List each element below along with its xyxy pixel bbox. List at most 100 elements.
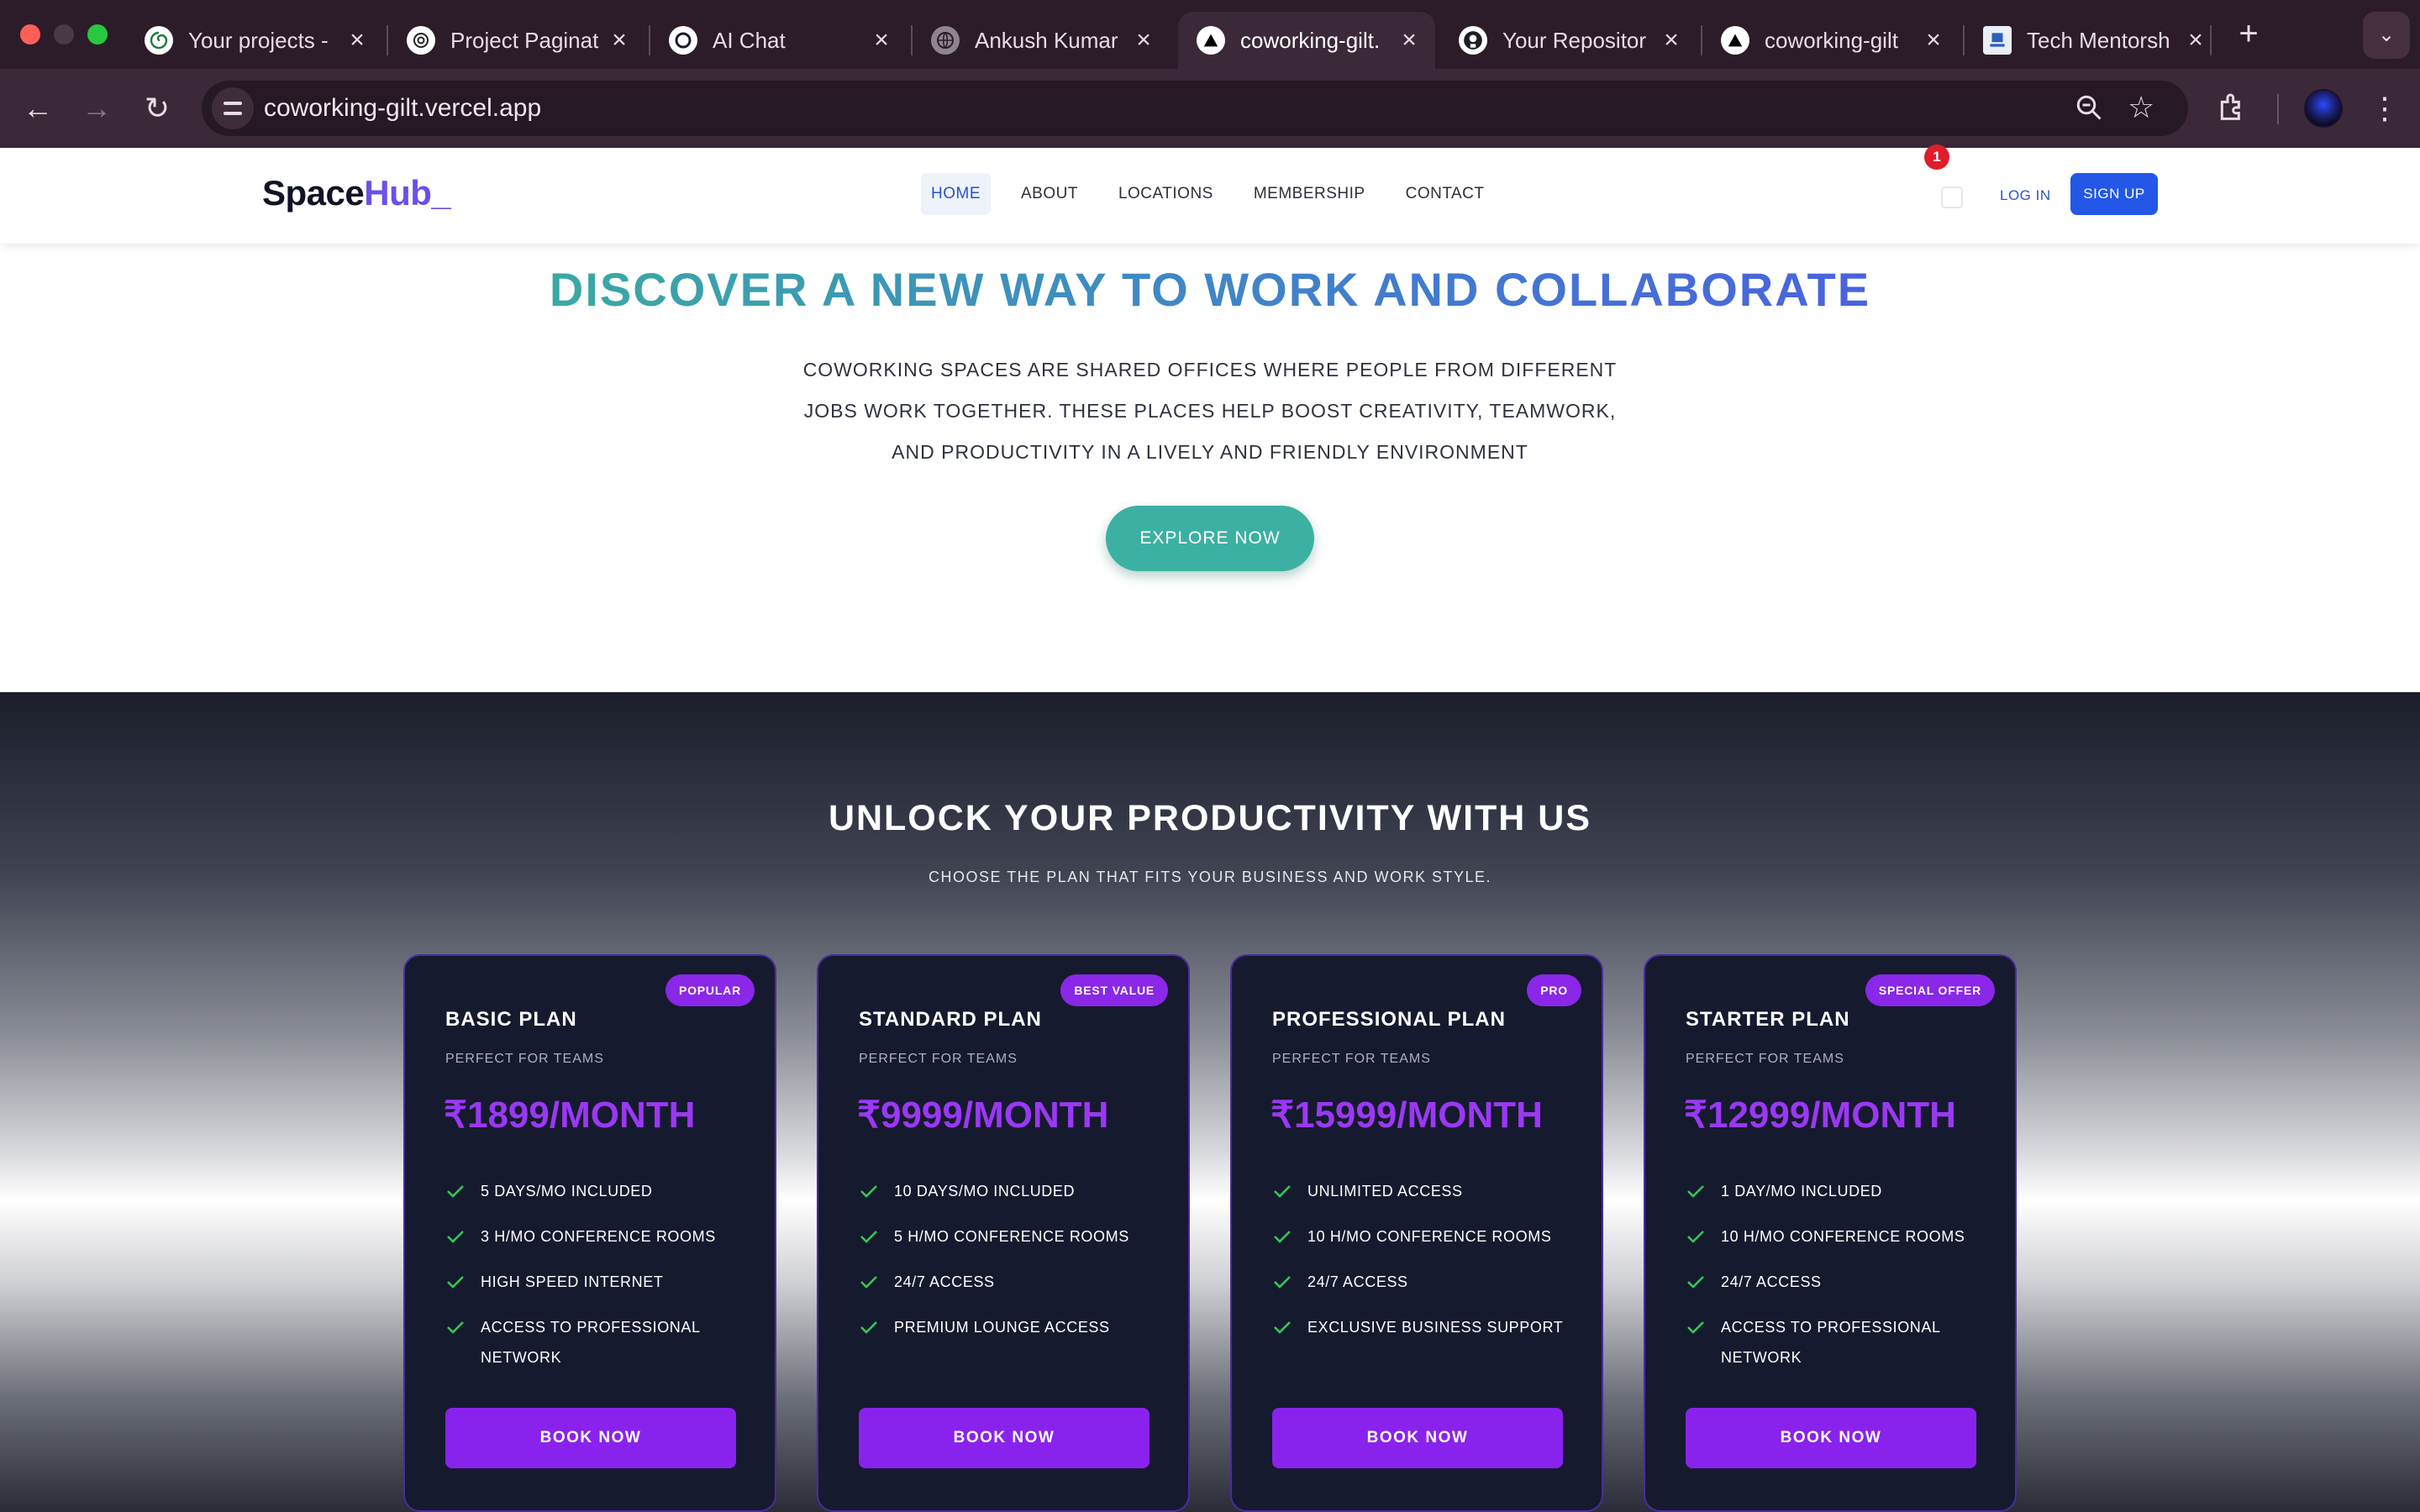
forward-button[interactable]: → — [76, 87, 118, 129]
close-tab-icon[interactable]: × — [1921, 26, 1946, 55]
plan-card-basic: POPULAR BASIC PLAN PERFECT FOR TEAMS ₹18… — [403, 954, 776, 1512]
vercel-icon — [1721, 26, 1749, 55]
pricing-subtitle: CHOOSE THE PLAN THAT FITS YOUR BUSINESS … — [929, 869, 1491, 885]
site-header: SpaceHub_ HOME ABOUT LOCATIONS MEMBERSHI… — [0, 148, 2420, 244]
login-link[interactable]: LOG IN — [1991, 181, 2060, 210]
nav-about[interactable]: ABOUT — [1011, 173, 1088, 215]
close-tab-icon[interactable]: × — [2183, 26, 2208, 55]
check-icon — [1687, 1231, 1704, 1243]
check-icon — [1274, 1185, 1291, 1198]
reload-button[interactable]: ↻ — [136, 87, 178, 129]
back-button[interactable]: ← — [17, 87, 59, 129]
plan-features: 10 DAYS/MO INCLUDED 5 H/MO CONFERENCE RO… — [859, 1176, 1178, 1357]
close-tab-icon[interactable]: × — [1397, 26, 1422, 55]
plan-tagline: PERFECT FOR TEAMS — [859, 1052, 1018, 1066]
plan-tagline: PERFECT FOR TEAMS — [1272, 1052, 1431, 1066]
browser-tab[interactable]: Project Paginat × — [388, 12, 645, 69]
check-icon — [860, 1231, 877, 1243]
feature-item: ACCESS TO PROFESSIONAL NETWORK — [1686, 1312, 2005, 1373]
plan-price: ₹12999/MONTH — [1684, 1095, 1956, 1136]
zoom-icon[interactable] — [2074, 92, 2104, 123]
extensions-icon[interactable] — [2215, 91, 2249, 124]
signup-button[interactable]: SIGN UP — [2070, 173, 2158, 215]
maximize-window-button[interactable] — [87, 24, 108, 45]
feature-item: 10 H/MO CONFERENCE ROOMS — [1686, 1221, 2005, 1252]
plan-badge: PRO — [1527, 974, 1581, 1006]
check-icon — [1687, 1185, 1704, 1198]
nav-home[interactable]: HOME — [921, 173, 991, 215]
feature-item: 5 DAYS/MO INCLUDED — [445, 1176, 765, 1206]
plan-name: STARTER PLAN — [1686, 1008, 1850, 1031]
feature-item: 24/7 ACCESS — [1272, 1267, 1591, 1297]
tech-logo-icon — [1983, 26, 2012, 55]
feature-item: 3 H/MO CONFERENCE ROOMS — [445, 1221, 765, 1252]
plan-card-standard: BEST VALUE STANDARD PLAN PERFECT FOR TEA… — [817, 954, 1190, 1512]
url-text[interactable]: coworking-gilt.vercel.app — [264, 81, 541, 136]
browser-tab[interactable]: Your Repositor × — [1440, 12, 1697, 69]
hero-title: DISCOVER A NEW WAY TO WORK AND COLLABORA… — [0, 262, 2420, 317]
browser-tab[interactable]: Ankush Kumar × — [913, 12, 1170, 69]
site-settings-icon[interactable] — [212, 87, 254, 129]
feature-text: 3 H/MO CONFERENCE ROOMS — [481, 1228, 716, 1245]
nav-locations[interactable]: LOCATIONS — [1108, 173, 1223, 215]
feature-text: 5 H/MO CONFERENCE ROOMS — [894, 1228, 1129, 1245]
address-bar[interactable]: coworking-gilt.vercel.app ☆ — [202, 81, 2188, 136]
check-icon — [447, 1321, 464, 1334]
tab-title: Project Paginat — [450, 27, 599, 53]
feature-item: UNLIMITED ACCESS — [1272, 1176, 1591, 1206]
check-icon — [1687, 1321, 1704, 1334]
logo-text-space: Space — [262, 173, 365, 213]
book-now-button[interactable]: BOOK NOW — [445, 1408, 736, 1468]
globe-icon — [931, 26, 960, 55]
plan-price: ₹15999/MONTH — [1270, 1095, 1543, 1136]
feature-item: 10 DAYS/MO INCLUDED — [859, 1176, 1178, 1206]
book-now-button[interactable]: BOOK NOW — [1272, 1408, 1563, 1468]
browser-tab-active[interactable]: coworking-gilt. × — [1178, 12, 1435, 69]
plan-tagline: PERFECT FOR TEAMS — [1686, 1052, 1844, 1066]
feature-item: 5 H/MO CONFERENCE ROOMS — [859, 1221, 1178, 1252]
close-tab-icon[interactable]: × — [1131, 26, 1156, 55]
tab-title: coworking-gilt. — [1240, 27, 1381, 53]
spacehub-logo[interactable]: SpaceHub_ — [262, 173, 451, 213]
feature-text: 24/7 ACCESS — [894, 1273, 995, 1290]
minimize-window-button[interactable] — [54, 24, 74, 45]
browser-tab[interactable]: coworking-gilt × — [1702, 12, 1960, 69]
tab-title: coworking-gilt — [1765, 27, 1898, 53]
pricing-section: UNLOCK YOUR PRODUCTIVITY WITH US CHOOSE … — [0, 692, 2420, 1512]
browser-tab[interactable]: Your projects - × — [126, 12, 383, 69]
feature-item: ACCESS TO PROFESSIONAL NETWORK — [445, 1312, 765, 1373]
check-icon — [860, 1276, 877, 1289]
close-tab-icon[interactable]: × — [345, 26, 370, 55]
bookmark-star-icon[interactable]: ☆ — [2128, 89, 2154, 126]
plan-features: 5 DAYS/MO INCLUDED 3 H/MO CONFERENCE ROO… — [445, 1176, 765, 1388]
feature-text: UNLIMITED ACCESS — [1307, 1183, 1463, 1200]
browser-menu-icon[interactable]: ⋮ — [2368, 87, 2402, 129]
feature-text: HIGH SPEED INTERNET — [481, 1273, 664, 1290]
close-tab-icon[interactable]: × — [1659, 26, 1684, 55]
tab-title: Tech Mentorsh — [2027, 27, 2170, 53]
profile-avatar[interactable] — [2304, 89, 2343, 128]
tab-title: AI Chat — [713, 27, 786, 53]
spiral-icon — [145, 26, 173, 55]
feature-item: 24/7 ACCESS — [1686, 1267, 2005, 1297]
close-tab-icon[interactable]: × — [607, 26, 632, 55]
plan-card-professional: PRO PROFESSIONAL PLAN PERFECT FOR TEAMS … — [1230, 954, 1603, 1512]
plan-features: UNLIMITED ACCESS 10 H/MO CONFERENCE ROOM… — [1272, 1176, 1591, 1357]
new-tab-button[interactable]: + — [2232, 15, 2265, 52]
book-now-button[interactable]: BOOK NOW — [859, 1408, 1150, 1468]
book-now-button[interactable]: BOOK NOW — [1686, 1408, 1976, 1468]
close-tab-icon[interactable]: × — [869, 26, 894, 55]
feature-text: 10 DAYS/MO INCLUDED — [894, 1183, 1076, 1200]
feature-text: 1 DAY/MO INCLUDED — [1721, 1183, 1882, 1200]
cart-icon[interactable] — [1941, 186, 1963, 208]
browser-tab[interactable]: Tech Mentorsh × — [1965, 12, 2222, 69]
close-window-button[interactable] — [20, 24, 40, 45]
browser-tab[interactable]: AI Chat × — [650, 12, 908, 69]
feature-text: PREMIUM LOUNGE ACCESS — [894, 1319, 1110, 1336]
hero-section: DISCOVER A NEW WAY TO WORK AND COLLABORA… — [0, 244, 2420, 692]
nav-contact[interactable]: CONTACT — [1396, 173, 1495, 215]
explore-now-button[interactable]: EXPLORE NOW — [1106, 506, 1314, 571]
tab-search-button[interactable]: ⌄ — [2363, 12, 2410, 59]
nav-membership[interactable]: MEMBERSHIP — [1244, 173, 1376, 215]
check-icon — [1274, 1321, 1291, 1334]
